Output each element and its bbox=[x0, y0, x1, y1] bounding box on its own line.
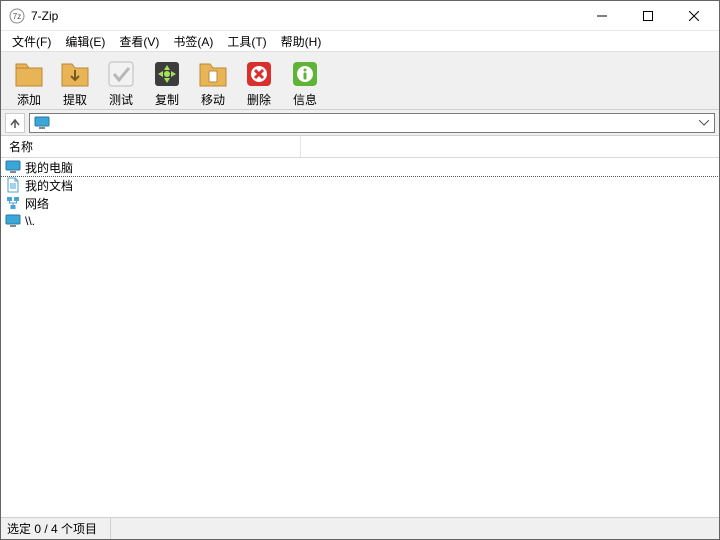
maximize-button[interactable] bbox=[625, 1, 671, 30]
list-item[interactable]: \\. bbox=[1, 212, 719, 230]
toolbar: 添加 提取 测试 复制 移动 删除 信息 bbox=[1, 51, 719, 110]
info-button[interactable]: 信息 bbox=[283, 55, 327, 107]
test-icon bbox=[105, 58, 137, 90]
list-header: 名称 bbox=[1, 136, 719, 158]
menu-bookmarks[interactable]: 书签(A) bbox=[166, 31, 220, 52]
add-button[interactable]: 添加 bbox=[7, 55, 51, 107]
item-label: 我的文档 bbox=[25, 177, 73, 194]
copy-button[interactable]: 复制 bbox=[145, 55, 189, 107]
extract-button[interactable]: 提取 bbox=[53, 55, 97, 107]
up-button[interactable] bbox=[5, 113, 25, 133]
menu-help[interactable]: 帮助(H) bbox=[274, 31, 329, 52]
menu-tools[interactable]: 工具(T) bbox=[220, 31, 273, 52]
computer-icon bbox=[5, 159, 21, 175]
add-icon bbox=[13, 58, 45, 90]
minimize-button[interactable] bbox=[579, 1, 625, 30]
delete-label: 删除 bbox=[247, 91, 271, 108]
delete-icon bbox=[243, 58, 275, 90]
info-icon bbox=[289, 58, 321, 90]
item-label: 我的电脑 bbox=[25, 159, 73, 176]
copy-label: 复制 bbox=[155, 91, 179, 108]
copy-icon bbox=[151, 58, 183, 90]
menu-view[interactable]: 查看(V) bbox=[112, 31, 166, 52]
delete-button[interactable]: 删除 bbox=[237, 55, 281, 107]
move-button[interactable]: 移动 bbox=[191, 55, 235, 107]
move-label: 移动 bbox=[201, 91, 225, 108]
move-icon bbox=[197, 58, 229, 90]
list-item[interactable]: 网络 bbox=[1, 194, 719, 212]
svg-text:7z: 7z bbox=[13, 12, 21, 21]
menu-edit[interactable]: 编辑(E) bbox=[58, 31, 112, 52]
address-input[interactable] bbox=[29, 113, 715, 133]
statusbar: 选定 0 / 4 个项目 bbox=[1, 517, 719, 539]
document-icon bbox=[5, 177, 21, 193]
file-list[interactable]: 我的电脑 我的文档 网络 \\. bbox=[1, 158, 719, 518]
titlebar: 7z 7-Zip bbox=[1, 1, 719, 31]
extract-label: 提取 bbox=[63, 91, 87, 108]
menubar: 文件(F) 编辑(E) 查看(V) 书签(A) 工具(T) 帮助(H) bbox=[1, 31, 719, 51]
info-label: 信息 bbox=[293, 91, 317, 108]
list-item[interactable]: 我的文档 bbox=[1, 176, 719, 194]
extract-icon bbox=[59, 58, 91, 90]
status-spacer bbox=[111, 518, 719, 539]
network-icon bbox=[5, 195, 21, 211]
close-button[interactable] bbox=[671, 1, 717, 30]
monitor-icon bbox=[5, 213, 21, 229]
item-label: \\. bbox=[25, 214, 35, 228]
test-button[interactable]: 测试 bbox=[99, 55, 143, 107]
window-controls bbox=[579, 1, 717, 30]
address-bar bbox=[1, 110, 719, 136]
status-selection: 选定 0 / 4 个项目 bbox=[1, 518, 111, 539]
computer-icon bbox=[34, 116, 50, 130]
test-label: 测试 bbox=[109, 91, 133, 108]
add-label: 添加 bbox=[17, 91, 41, 108]
column-name[interactable]: 名称 bbox=[1, 136, 301, 157]
item-label: 网络 bbox=[25, 195, 49, 212]
app-icon: 7z bbox=[9, 8, 25, 24]
list-item[interactable]: 我的电脑 bbox=[1, 158, 719, 176]
menu-file[interactable]: 文件(F) bbox=[5, 31, 58, 52]
window-title: 7-Zip bbox=[31, 9, 579, 23]
address-dropdown[interactable] bbox=[696, 116, 712, 130]
